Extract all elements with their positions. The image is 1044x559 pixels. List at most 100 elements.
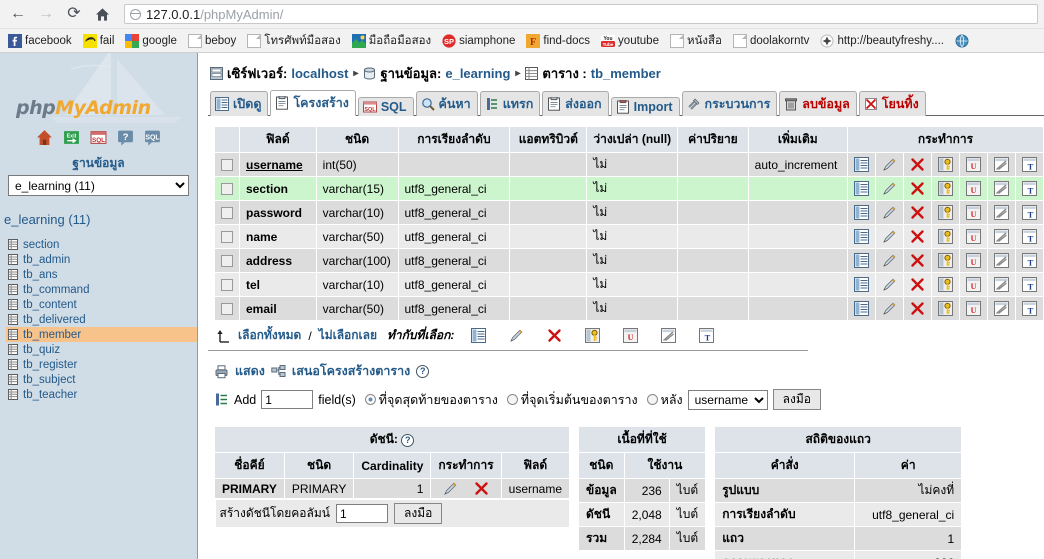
print-view-link[interactable]: แสดง: [235, 361, 265, 381]
row-checkbox[interactable]: [221, 279, 233, 291]
breadcrumb-database[interactable]: ฐานข้อมูล: e_learning: [363, 63, 510, 84]
unique-icon[interactable]: U: [623, 328, 638, 343]
propose-structure-link[interactable]: เสนอโครงสร้างตาราง: [292, 361, 410, 381]
row-checkbox-cell[interactable]: [215, 225, 240, 249]
back-button[interactable]: ←: [6, 2, 30, 26]
sql-icon[interactable]: SQL: [90, 129, 107, 146]
action-unique[interactable]: U: [959, 297, 987, 321]
col-collation[interactable]: การเรียงลำดับ: [398, 127, 510, 153]
row-checkbox[interactable]: [221, 159, 233, 171]
action-edit[interactable]: [875, 177, 903, 201]
create-index-count-input[interactable]: [336, 504, 388, 523]
help-icon[interactable]: ?: [401, 434, 414, 447]
sidebar-table-tb_quiz[interactable]: tb_quiz: [6, 342, 197, 357]
action-index[interactable]: [987, 153, 1015, 177]
field-name[interactable]: username: [240, 153, 317, 177]
help-icon[interactable]: ?: [117, 129, 134, 146]
action-index[interactable]: [987, 177, 1015, 201]
tab-sql[interactable]: SQL SQL: [358, 97, 414, 116]
action-primary[interactable]: [931, 297, 959, 321]
row-checkbox-cell[interactable]: [215, 177, 240, 201]
home-icon[interactable]: [90, 2, 114, 26]
action-index[interactable]: [987, 201, 1015, 225]
action-edit[interactable]: [875, 297, 903, 321]
action-browse[interactable]: [847, 249, 875, 273]
primary-icon[interactable]: [585, 328, 600, 343]
field-name[interactable]: email: [240, 297, 317, 321]
action-unique[interactable]: U: [959, 177, 987, 201]
action-fulltext[interactable]: T: [1015, 201, 1043, 225]
sidebar-table-tb_member[interactable]: tb_member: [6, 327, 197, 342]
fulltext-icon[interactable]: T: [699, 328, 714, 343]
action-unique[interactable]: U: [959, 273, 987, 297]
breadcrumb-table[interactable]: ตาราง : tb_member: [525, 63, 660, 84]
forward-button[interactable]: →: [34, 2, 58, 26]
action-edit[interactable]: [875, 249, 903, 273]
action-fulltext[interactable]: T: [1015, 153, 1043, 177]
action-primary[interactable]: [931, 249, 959, 273]
action-delete[interactable]: [903, 225, 931, 249]
row-checkbox[interactable]: [221, 231, 233, 243]
bookmark-siamphone[interactable]: SP siamphone: [438, 33, 519, 49]
action-delete[interactable]: [903, 153, 931, 177]
bookmark-beautyfreshy[interactable]: http://beautyfreshy....: [816, 33, 948, 49]
tab-structure[interactable]: โครงสร้าง: [270, 90, 355, 116]
reload-button[interactable]: ⟳: [62, 2, 86, 26]
database-select[interactable]: e_learning (11): [8, 175, 189, 196]
home-icon[interactable]: [36, 129, 53, 146]
radio-beginning-of-table[interactable]: [507, 394, 518, 405]
bookmark-book[interactable]: หนังสือ: [666, 31, 726, 51]
action-primary[interactable]: [931, 273, 959, 297]
edit-icon[interactable]: [443, 481, 458, 496]
bookmark-youtube[interactable]: YouTube youtube: [597, 33, 663, 49]
field-name[interactable]: address: [240, 249, 317, 273]
row-checkbox-cell[interactable]: [215, 273, 240, 297]
action-browse[interactable]: [847, 225, 875, 249]
edit-icon[interactable]: [509, 328, 524, 343]
col-field[interactable]: ฟิลด์: [240, 127, 317, 153]
action-fulltext[interactable]: T: [1015, 297, 1043, 321]
create-index-go-button[interactable]: ลงมือ: [394, 503, 442, 524]
url-bar[interactable]: 127.0.0.1/phpMyAdmin/: [124, 4, 1038, 24]
bookmark-doolakorntv[interactable]: doolakorntv: [729, 33, 813, 49]
sidebar-table-tb_admin[interactable]: tb_admin: [6, 252, 197, 267]
action-edit[interactable]: [875, 201, 903, 225]
action-unique[interactable]: U: [959, 201, 987, 225]
sidebar-table-tb_content[interactable]: tb_content: [6, 297, 197, 312]
action-edit[interactable]: [875, 153, 903, 177]
action-unique[interactable]: U: [959, 225, 987, 249]
bookmark-overflow[interactable]: [951, 33, 976, 49]
action-browse[interactable]: [847, 297, 875, 321]
browse-field-icon[interactable]: [471, 328, 486, 343]
sidebar-table-tb_command[interactable]: tb_command: [6, 282, 197, 297]
tab-drop[interactable]: โยนทิ้ง: [859, 91, 926, 116]
action-unique[interactable]: U: [959, 249, 987, 273]
action-browse[interactable]: [847, 201, 875, 225]
row-checkbox-cell[interactable]: [215, 201, 240, 225]
action-delete[interactable]: [903, 273, 931, 297]
field-name[interactable]: tel: [240, 273, 317, 297]
sidebar-table-section[interactable]: section: [6, 237, 197, 252]
action-fulltext[interactable]: T: [1015, 225, 1043, 249]
field-name[interactable]: section: [240, 177, 317, 201]
radio-option-after[interactable]: หลัง: [647, 390, 683, 410]
add-field-go-button[interactable]: ลงมือ: [773, 389, 821, 410]
action-index[interactable]: [987, 225, 1015, 249]
action-delete[interactable]: [903, 249, 931, 273]
tab-import[interactable]: Import: [611, 97, 680, 116]
field-name[interactable]: password: [240, 201, 317, 225]
action-edit[interactable]: [875, 273, 903, 297]
radio-after-field[interactable]: [647, 394, 658, 405]
col-null[interactable]: ว่างเปล่า (null): [587, 127, 678, 153]
col-extra[interactable]: เพิ่มเติม: [748, 127, 847, 153]
uncheck-all-link[interactable]: ไม่เลือกเลย: [319, 326, 377, 345]
action-index[interactable]: [987, 249, 1015, 273]
add-field-count-input[interactable]: [261, 390, 313, 409]
action-fulltext[interactable]: T: [1015, 177, 1043, 201]
action-browse[interactable]: [847, 177, 875, 201]
sidebar-current-database[interactable]: e_learning (11): [0, 196, 197, 233]
index-icon[interactable]: [661, 328, 676, 343]
action-browse[interactable]: [847, 153, 875, 177]
radio-option-begin[interactable]: ที่จุดเริ่มต้นของตาราง: [507, 390, 638, 410]
action-primary[interactable]: [931, 153, 959, 177]
